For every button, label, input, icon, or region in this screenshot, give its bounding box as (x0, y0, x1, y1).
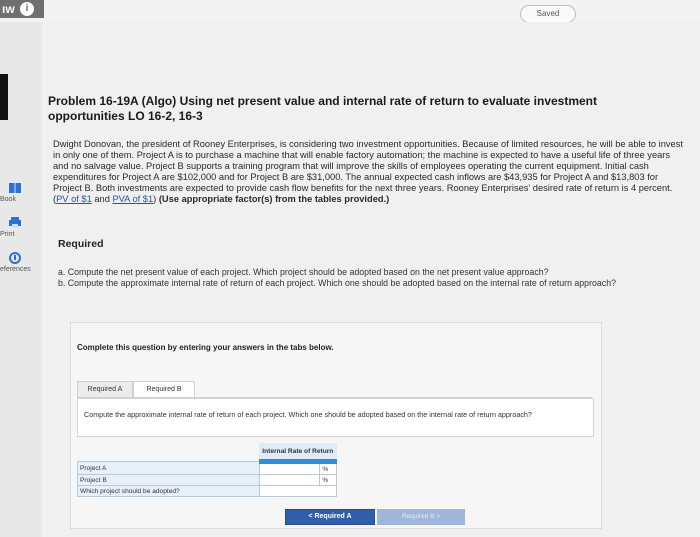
next-required-b-button[interactable]: Required B > (377, 509, 465, 525)
irr-table: Internal Rate of Return Project A % Proj… (77, 443, 338, 497)
ebook-button[interactable]: Book (0, 182, 42, 203)
table-row: Which project should be adopted? (77, 485, 338, 497)
saved-status: Saved (520, 5, 576, 23)
question-box: Compute the approximate internal rate of… (77, 398, 594, 437)
left-rail: Book Print eferences (0, 22, 42, 537)
required-item-a: a. Compute the net present value of each… (58, 267, 549, 277)
pv-of-1-link[interactable]: PV of $1 (56, 194, 92, 204)
table-row: Project A % (77, 461, 337, 475)
required-list: a. Compute the net present value of each… (58, 267, 678, 288)
tab-required-a[interactable]: Required A (77, 381, 133, 398)
project-a-irr-input[interactable] (258, 461, 321, 475)
homework-badge: ıw i (0, 0, 44, 18)
info-icon[interactable]: i (20, 2, 34, 16)
panel-instruction: Complete this question by entering your … (77, 343, 334, 352)
top-bar: ıw i Saved (0, 0, 700, 23)
homework-label: ıw (2, 2, 15, 16)
adopted-project-input[interactable] (258, 485, 338, 497)
prev-required-a-button[interactable]: < Required A (285, 509, 375, 525)
required-item-b: b. Compute the approximate internal rate… (58, 277, 616, 288)
print-button[interactable]: Print (0, 217, 42, 238)
percent-unit: % (319, 474, 337, 486)
required-heading: Required (58, 238, 104, 250)
printer-icon (8, 217, 42, 231)
print-label: Print (0, 231, 15, 238)
table-corner (78, 443, 260, 462)
question-text: Compute the approximate internal rate of… (84, 410, 532, 419)
row-label-project-a: Project A (77, 461, 260, 475)
progress-marker (0, 74, 8, 120)
main-content: Problem 16-19A (Algo) Using net present … (42, 22, 700, 537)
answer-panel: Complete this question by entering your … (70, 322, 602, 529)
tab-required-b[interactable]: Required B (133, 381, 195, 398)
irr-column-header: Internal Rate of Return (259, 443, 337, 464)
book-label: Book (0, 196, 16, 203)
row-label-project-b: Project B (77, 474, 260, 486)
table-row: Project B % (77, 474, 337, 486)
pva-of-1-link[interactable]: PVA of $1 (112, 194, 153, 204)
problem-title: Problem 16-19A (Algo) Using net present … (48, 94, 598, 123)
book-icon (8, 182, 42, 196)
links-joiner: and (91, 194, 113, 204)
problem-instruction: (Use appropriate factor(s) from the tabl… (156, 194, 390, 204)
percent-unit: % (319, 461, 337, 475)
row-label-adopted: Which project should be adopted? (77, 485, 260, 497)
problem-body-text: Dwight Donovan, the president of Rooney … (53, 139, 683, 193)
project-b-irr-input[interactable] (258, 474, 321, 486)
problem-body: Dwight Donovan, the president of Rooney … (53, 139, 683, 205)
references-button[interactable]: eferences (0, 252, 42, 273)
references-label: eferences (0, 266, 31, 273)
references-icon (8, 252, 42, 266)
